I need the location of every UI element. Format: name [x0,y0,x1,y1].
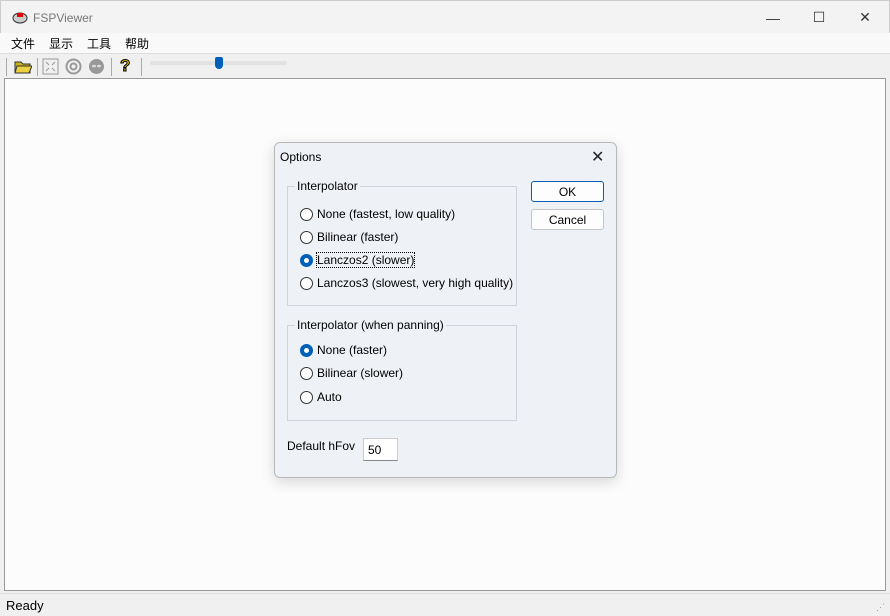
radio-lanczos3[interactable]: Lanczos3 (slowest, very high quality) [300,276,513,290]
radio-pan-bilinear[interactable]: Bilinear (slower) [300,366,403,380]
menu-file[interactable]: 文件 [11,35,35,52]
radio-label: None (faster) [317,343,388,357]
separator [141,58,142,76]
ok-button[interactable]: OK [531,181,604,202]
radio-label: None (fastest, low quality) [317,207,456,221]
open-folder-icon[interactable] [14,58,32,74]
fullscreen-icon[interactable] [42,58,59,75]
menu-tools[interactable]: 工具 [87,35,111,52]
maximize-button[interactable]: ☐ [796,1,842,34]
radio-circle[interactable] [300,366,313,380]
radio-lanczos2[interactable]: Lanczos2 (slower) [300,252,416,268]
radio-label: Auto [317,390,342,404]
interpolator-group: Interpolator None (fastest, low quality)… [287,179,517,306]
options-dialog: Options ✕ Interpolator None (fastest, lo… [274,142,617,478]
cancel-button[interactable]: Cancel [531,209,604,230]
radio-label: Bilinear (faster) [317,230,399,244]
status-text: Ready [6,598,44,613]
separator [111,58,112,76]
radio-pan-auto[interactable]: Auto [300,390,342,404]
radio-bilinear[interactable]: Bilinear (faster) [300,230,398,244]
radio-circle[interactable] [300,276,313,290]
hfov-label: Default hFov [287,439,356,453]
menu-help[interactable]: 帮助 [125,35,149,52]
radio-circle[interactable] [300,390,313,404]
group-label: Interpolator (when panning) [295,318,446,332]
minimize-button[interactable]: — [750,1,796,34]
app-icon [12,12,28,24]
separator [37,58,38,76]
panning-interpolator-group: Interpolator (when panning) None (faster… [287,318,517,421]
status-bar: Ready ⋰ [0,593,890,616]
dialog-close-button[interactable]: ✕ [591,147,604,167]
target-icon[interactable] [65,58,82,75]
app-title: FSPViewer [33,11,93,25]
resize-grip-icon[interactable]: ⋰ [876,602,885,613]
close-button[interactable]: ✕ [842,1,888,34]
radio-pan-none[interactable]: None (faster) [300,343,387,357]
radio-circle-selected[interactable] [300,343,313,357]
help-icon[interactable]: ? [119,56,130,76]
radio-circle-selected[interactable] [300,253,313,267]
hfov-input[interactable] [363,438,398,461]
group-label: Interpolator [295,179,360,193]
dialog-title: Options [280,150,322,164]
menu-bar: 文件 显示 工具 帮助 [0,33,890,53]
separator [6,58,7,76]
radio-none[interactable]: None (fastest, low quality) [300,207,455,221]
title-bar: FSPViewer — ☐ ✕ [0,0,890,33]
radio-label: Lanczos2 (slower) [315,252,416,268]
toolbar: ? [0,53,890,78]
radio-circle[interactable] [300,207,313,221]
radio-circle[interactable] [300,230,313,244]
zoom-slider-thumb[interactable] [215,57,223,69]
radio-label: Bilinear (slower) [317,366,404,380]
menu-view[interactable]: 显示 [49,35,73,52]
radio-label: Lanczos3 (slowest, very high quality) [317,276,514,290]
alien-icon[interactable] [88,58,105,75]
